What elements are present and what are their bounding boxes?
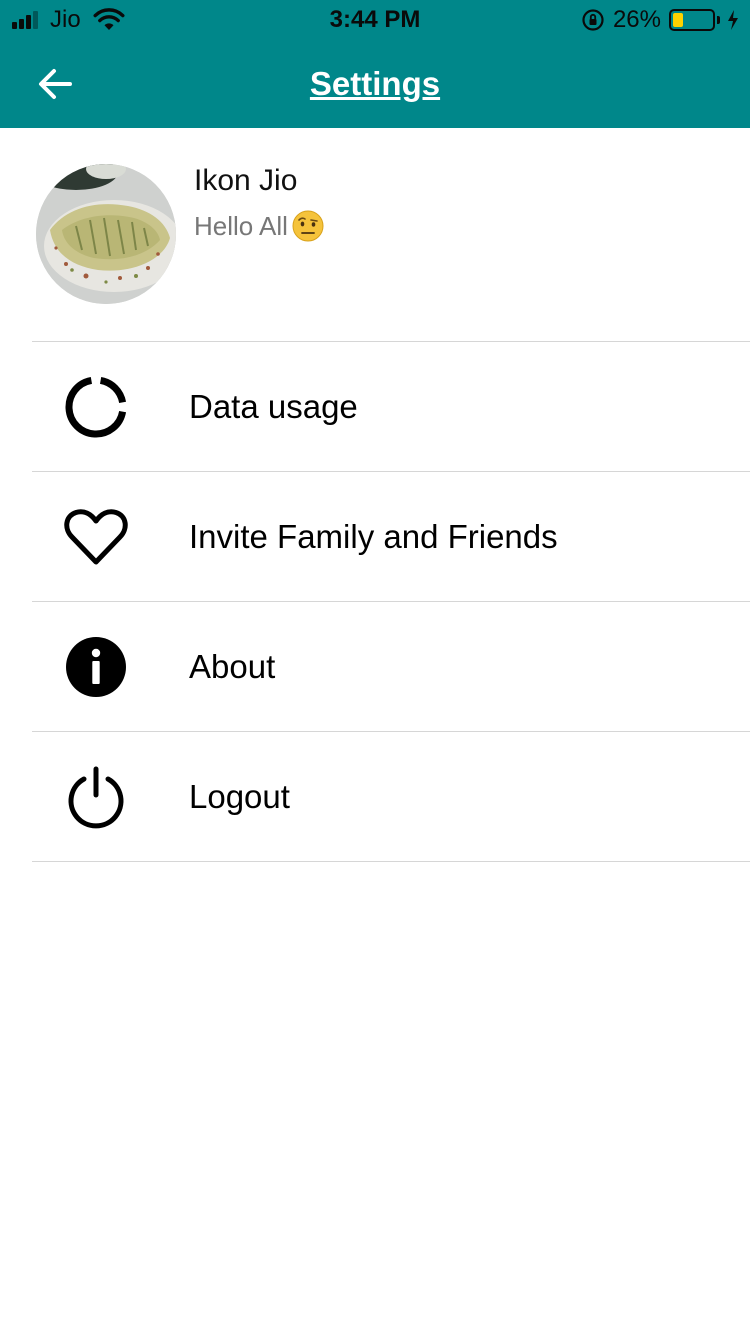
profile-status: Hello All [194, 210, 324, 242]
menu-item-data-usage[interactable]: Data usage [0, 342, 750, 472]
menu-item-label: Invite Family and Friends [189, 518, 558, 555]
rotation-lock-icon [582, 9, 604, 31]
header-bar: Settings [0, 40, 750, 128]
menu-item-label: Data usage [189, 388, 358, 425]
charging-bolt-icon [728, 10, 738, 30]
face-with-raised-eyebrow-icon [292, 210, 324, 242]
battery-percent: 26% [612, 6, 661, 33]
page-title: Settings [309, 65, 441, 102]
menu-item-label: About [189, 648, 276, 685]
avatar[interactable] [36, 164, 176, 304]
battery-level-fill [673, 13, 683, 27]
status-bar-right: 26% [581, 6, 740, 34]
menu-item-invite[interactable]: Invite Family and Friends [0, 472, 750, 602]
data-usage-ring-icon [65, 376, 127, 438]
food-photo-avatar [36, 164, 176, 304]
status-bar: Jio 3:44 PM 26% [0, 0, 750, 40]
menu-item-logout[interactable]: Logout [0, 732, 750, 862]
power-icon [68, 766, 124, 829]
battery-cap [717, 16, 720, 24]
heart-outline-icon [64, 509, 128, 565]
menu-item-about[interactable]: About [0, 602, 750, 732]
battery-icon [669, 9, 715, 31]
profile-name: Ikon Jio [194, 164, 298, 197]
divider [32, 861, 750, 862]
menu-item-label: Logout [189, 778, 290, 815]
profile-status-text: Hello All [194, 210, 288, 241]
info-circle-icon [66, 637, 126, 697]
profile-section[interactable]: Ikon Jio Hello All [0, 128, 750, 341]
